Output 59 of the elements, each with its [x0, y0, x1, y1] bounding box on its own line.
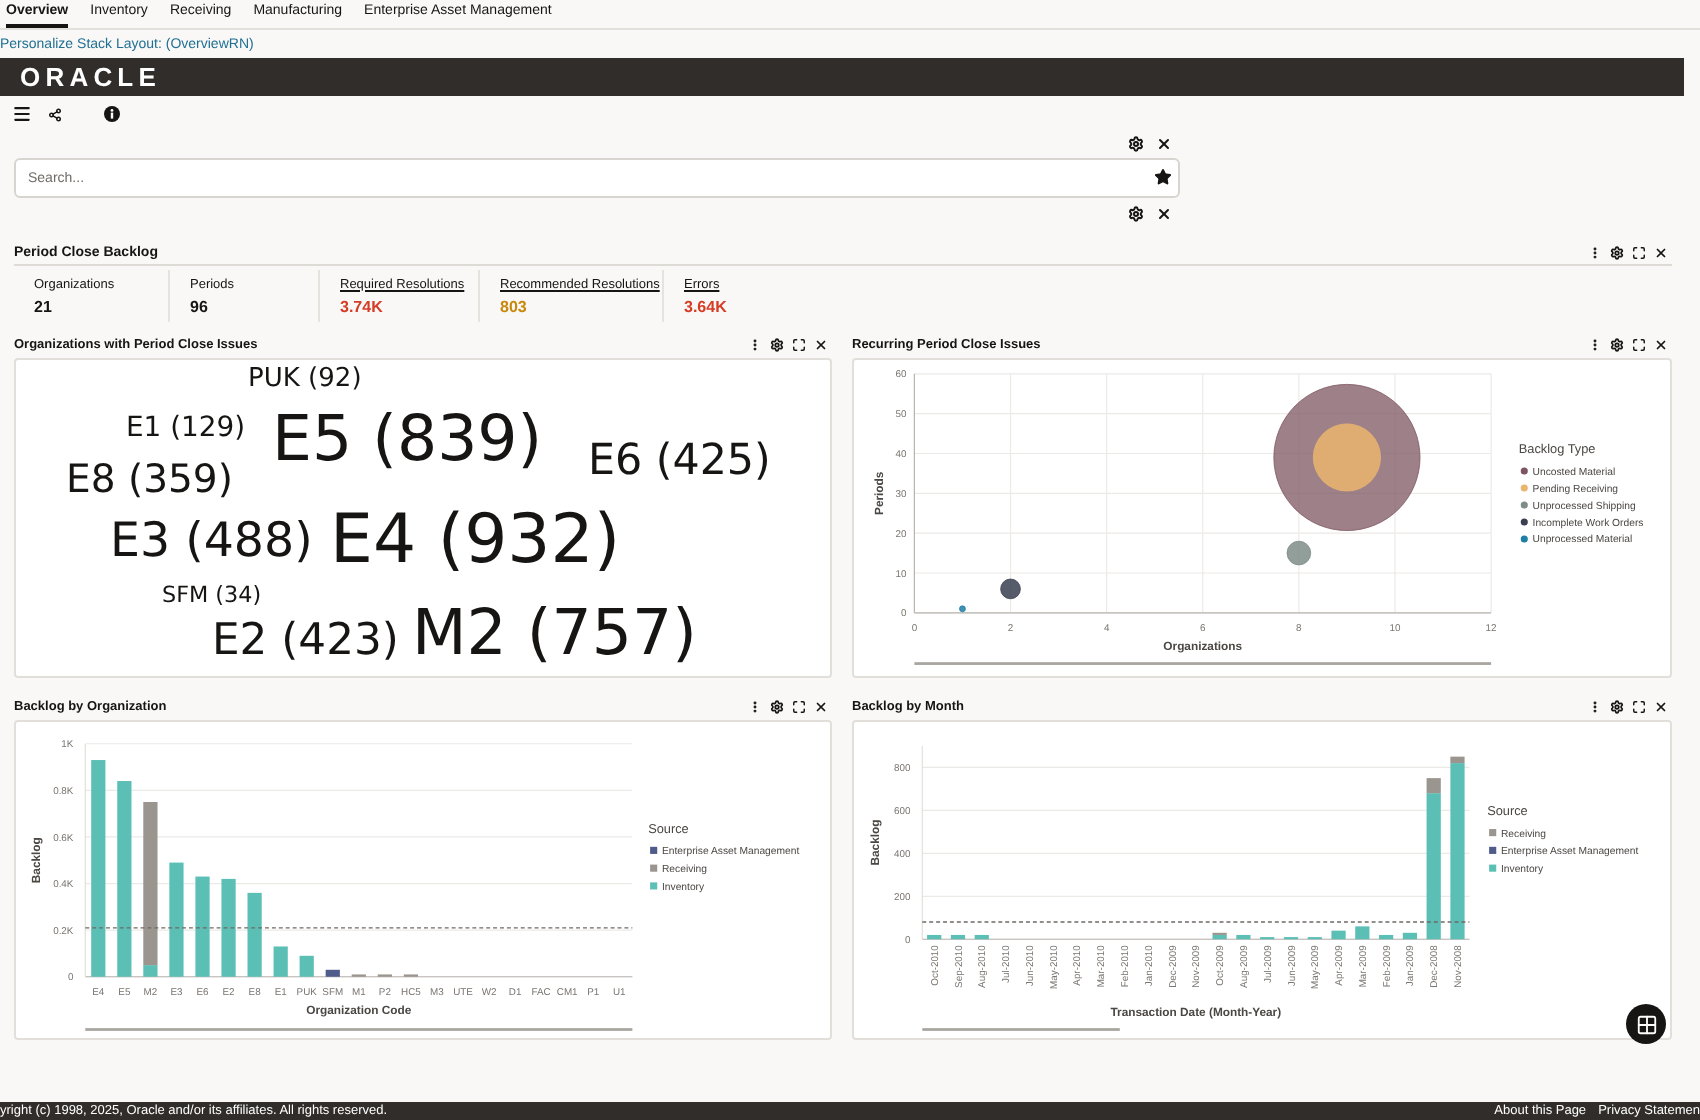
cloud-word: E5 (839)	[272, 410, 543, 474]
close-icon[interactable]	[1654, 338, 1668, 352]
expand-icon[interactable]	[1632, 245, 1646, 259]
close-icon[interactable]	[1156, 206, 1172, 222]
info-icon[interactable]	[104, 106, 120, 122]
settings-icon[interactable]	[1128, 206, 1144, 222]
expand-icon[interactable]	[1632, 338, 1646, 352]
cloud-word: E8 (359)	[66, 460, 233, 500]
more-icon[interactable]	[748, 338, 762, 352]
bar[interactable]	[1236, 934, 1251, 940]
more-icon[interactable]	[1588, 338, 1602, 352]
settings-icon[interactable]	[1610, 700, 1624, 714]
more-icon[interactable]	[1588, 245, 1602, 259]
bar[interactable]	[1379, 934, 1394, 940]
cloud-word: SFM (34)	[162, 584, 262, 607]
bar[interactable]	[927, 934, 942, 940]
star-icon[interactable]	[1154, 168, 1172, 186]
close-icon[interactable]	[1654, 700, 1668, 714]
logo[interactable]: ORACLE	[20, 62, 161, 92]
more-icon[interactable]	[1588, 700, 1602, 714]
metric-value: 21	[34, 297, 54, 315]
settings-icon[interactable]	[1610, 245, 1624, 259]
close-icon[interactable]	[1654, 245, 1668, 259]
cloud-word: E6 (425)	[588, 440, 771, 483]
bar[interactable]	[974, 934, 989, 940]
close-icon[interactable]	[814, 338, 828, 352]
more-icon[interactable]	[748, 700, 762, 714]
scrollbar[interactable]	[85, 1028, 633, 1031]
metric-value: 3.64K	[684, 297, 729, 315]
expand-icon[interactable]	[1632, 700, 1646, 714]
expand-icon[interactable]	[792, 338, 806, 352]
settings-icon[interactable]	[1610, 338, 1624, 352]
expand-icon[interactable]	[792, 700, 806, 714]
bar[interactable]	[950, 934, 966, 940]
cloud-word: E2 (423)	[212, 620, 399, 664]
cloud-word: M2 (757)	[412, 604, 697, 668]
cloud-word: PUK (92)	[248, 366, 362, 393]
metric-value: 96	[190, 297, 210, 315]
cloud-word: E3 (488)	[110, 518, 313, 566]
cloud-word: E4 (932)	[330, 508, 621, 576]
settings-icon[interactable]	[1128, 136, 1144, 152]
cloud-word: E1 (129)	[126, 416, 246, 444]
close-icon[interactable]	[814, 700, 828, 714]
bar[interactable]	[1450, 756, 1465, 764]
share-icon[interactable]	[48, 107, 62, 121]
scrollbar[interactable]	[914, 662, 1492, 665]
settings-icon[interactable]	[770, 700, 784, 714]
grid-icon	[1635, 1013, 1657, 1035]
bubble[interactable]	[959, 605, 966, 613]
bar[interactable]	[325, 969, 340, 977]
bar[interactable]	[1212, 934, 1227, 940]
metric-value: 803	[500, 297, 529, 315]
settings-icon[interactable]	[770, 338, 784, 352]
scrollbar[interactable]	[922, 1028, 1120, 1031]
bar[interactable]	[1426, 778, 1441, 794]
metric-value: 3.74K	[340, 297, 385, 315]
menu-icon[interactable]	[12, 104, 32, 124]
bubble[interactable]	[1000, 578, 1021, 600]
close-icon[interactable]	[1156, 136, 1172, 152]
